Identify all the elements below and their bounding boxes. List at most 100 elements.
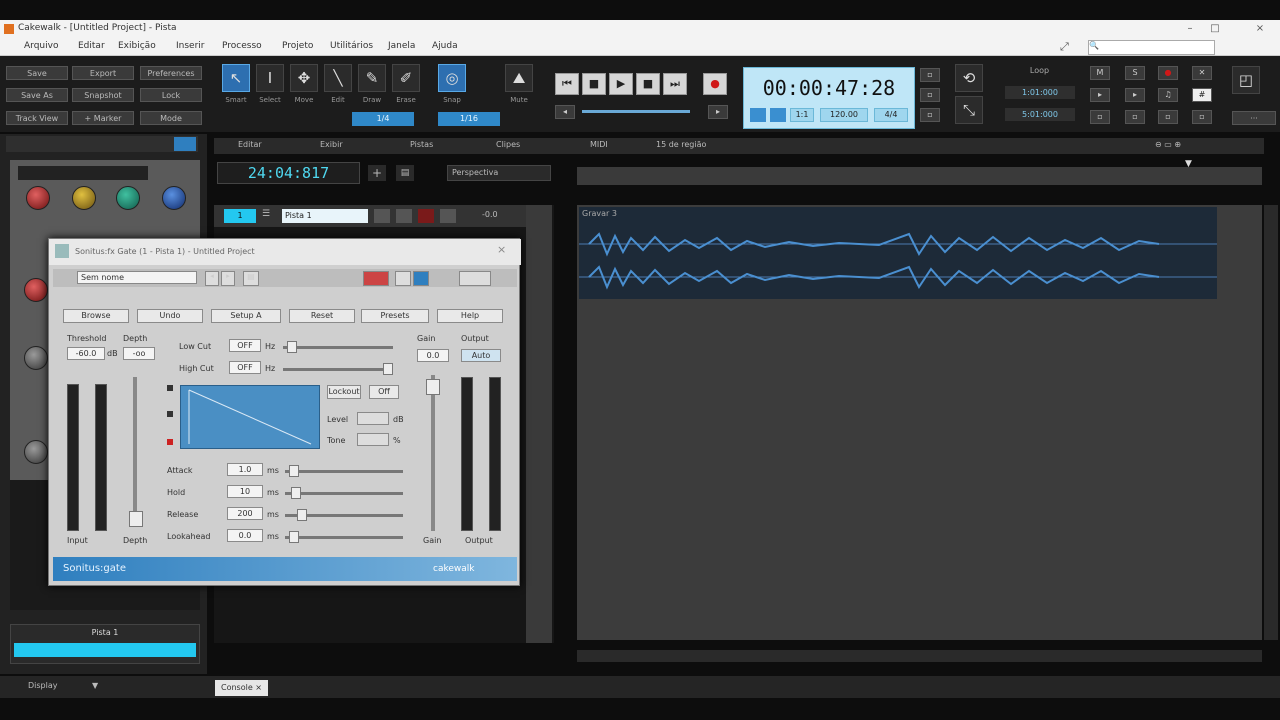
presets-button[interactable]: Presets (361, 309, 429, 323)
resize-icon[interactable]: ⤢ (1060, 40, 1069, 54)
release-field[interactable]: 200 (227, 507, 263, 520)
preset-save-icon[interactable]: ▤ (243, 271, 259, 286)
menu-project[interactable]: Projeto (282, 41, 313, 51)
play-button[interactable]: ▶ (609, 73, 633, 95)
panel-tab-active-icon[interactable] (174, 137, 196, 151)
transport-option-3-icon[interactable]: ▫ (920, 108, 940, 122)
output-mode-button[interactable]: Auto (461, 349, 501, 362)
threshold-field[interactable]: -60.0 (67, 347, 105, 360)
punch-toggle-icon[interactable]: ⤡ (955, 96, 983, 124)
vertical-scrollbar[interactable] (1264, 205, 1278, 640)
track-menu-region-fx[interactable]: 15 de região (656, 140, 706, 149)
transport-option-2-icon[interactable]: ▫ (920, 88, 940, 102)
lookahead-field[interactable]: 0.0 (227, 529, 263, 542)
track-menu-tracks[interactable]: Pistas (410, 140, 433, 149)
attack-field[interactable]: 1.0 (227, 463, 263, 476)
mute-tool-icon[interactable]: ⛰ (505, 64, 533, 92)
track-menu-view[interactable]: Exibir (320, 140, 343, 149)
close-button[interactable]: × (1250, 22, 1270, 36)
display-selector[interactable]: Display (28, 681, 58, 690)
off-button[interactable]: Off (369, 385, 399, 399)
track-scroll-strip[interactable] (526, 205, 552, 643)
track-options-icon[interactable]: ▤ (396, 165, 414, 181)
strip-level-bar[interactable] (14, 643, 196, 657)
mute-button[interactable] (374, 209, 390, 223)
loop-forward-icon[interactable]: ▸ (708, 105, 728, 119)
maximize-button[interactable]: □ (1205, 22, 1225, 36)
mode-button[interactable]: Mode (140, 111, 202, 125)
fast-forward-button[interactable]: ⏭ (663, 73, 687, 95)
record-arm-button[interactable] (418, 209, 434, 223)
add-marker-button[interactable]: + Marker (72, 111, 134, 125)
track-name-field[interactable]: Pista 1 (282, 209, 368, 223)
select-tool-icon[interactable]: I (256, 64, 284, 92)
lookahead-slider-track[interactable] (285, 536, 403, 539)
solo-button[interactable] (396, 209, 412, 223)
smart-tool-icon[interactable]: ↖ (222, 64, 250, 92)
ratio-field[interactable]: 1:1 (790, 108, 814, 122)
lock-button[interactable]: Lock (140, 88, 202, 102)
rack-knob-5[interactable] (24, 278, 48, 302)
camera-icon[interactable]: ◰ (1232, 66, 1260, 94)
reset-button[interactable]: Reset (289, 309, 355, 323)
time-display[interactable]: 00:00:47:28 1:1 120.00 4/4 (743, 67, 915, 129)
preset-next-icon[interactable]: ▸ (221, 271, 235, 286)
metronome-icon[interactable] (770, 108, 786, 122)
export-button[interactable]: Export (72, 66, 134, 80)
mixer-button-6-icon[interactable]: ▸ (1125, 88, 1145, 102)
depth-fader-track[interactable] (133, 377, 137, 527)
plugin-title-bar[interactable]: Sonitus:fx Gate (1 - Pista 1) - Untitled… (49, 239, 521, 265)
display-dropdown-icon[interactable]: ▼ (92, 681, 98, 690)
hold-field[interactable]: 10 (227, 485, 263, 498)
minimize-button[interactable]: – (1180, 22, 1200, 36)
track-menu-clips[interactable]: Clipes (496, 140, 520, 149)
draw-tool-icon[interactable]: ✎ (358, 64, 386, 92)
menu-help[interactable]: Ajuda (432, 41, 458, 51)
plugin-automation-icon[interactable] (413, 271, 429, 286)
erase-tool-icon[interactable]: ✐ (392, 64, 420, 92)
plugin-bypass-icon[interactable] (363, 271, 389, 286)
track-menu-midi[interactable]: MIDI (590, 140, 608, 149)
depth-field[interactable]: -oo (123, 347, 155, 360)
tone-field[interactable] (357, 433, 389, 446)
undo-button[interactable]: Undo (137, 309, 203, 323)
plugin-ab-icon[interactable] (395, 271, 411, 286)
help-button[interactable]: Help (437, 309, 503, 323)
input-echo-button[interactable] (440, 209, 456, 223)
mixer-button-9-icon[interactable]: ▫ (1090, 110, 1110, 124)
preset-select[interactable]: Sem nome (77, 271, 197, 284)
console-tab[interactable]: Console × (215, 680, 269, 696)
depth-fader-thumb[interactable] (129, 511, 143, 527)
search-input[interactable]: 🔍 (1088, 40, 1215, 55)
save-as-button[interactable]: Save As (6, 88, 68, 102)
mixer-button-1-icon[interactable]: M (1090, 66, 1110, 80)
mixer-button-7-icon[interactable]: ♫ (1158, 88, 1178, 102)
loop-end-field[interactable]: 5:01:000 (1005, 108, 1075, 121)
record-button[interactable]: ● (703, 73, 727, 95)
tempo-field[interactable]: 120.00 (820, 108, 868, 122)
plugin-options-icon[interactable] (459, 271, 491, 286)
plugin-close-icon[interactable]: × (497, 243, 506, 256)
mixer-button-4-icon[interactable]: ✕ (1192, 66, 1212, 80)
edit-tool-icon[interactable]: ╲ (324, 64, 352, 92)
menu-edit[interactable]: Editar (78, 41, 105, 51)
mixer-button-12-icon[interactable]: ▫ (1192, 110, 1212, 124)
stop-button[interactable]: ■ (582, 73, 606, 95)
lowcut-slider-thumb[interactable] (287, 341, 297, 353)
horizontal-scrollbar[interactable] (577, 650, 1262, 662)
lowcut-slider-track[interactable] (283, 346, 393, 349)
hold-slider-track[interactable] (285, 492, 403, 495)
attack-slider-thumb[interactable] (289, 465, 299, 477)
gain-field[interactable]: 0.0 (417, 349, 449, 362)
now-time-display[interactable]: 24:04:817 (217, 162, 360, 184)
mixer-button-11-icon[interactable]: ▫ (1158, 110, 1178, 124)
transport-option-1-icon[interactable]: ▫ (920, 68, 940, 82)
pause-button[interactable]: ■ (636, 73, 660, 95)
menu-window[interactable]: Janela (388, 41, 415, 51)
loop-toggle-icon[interactable]: ⟲ (955, 64, 983, 92)
trim-value-button[interactable]: 1/4 (352, 112, 414, 126)
mixer-button-10-icon[interactable]: ▫ (1125, 110, 1145, 124)
track-menu-edit[interactable]: Editar (238, 140, 262, 149)
snapshot-button[interactable]: Snapshot (72, 88, 134, 102)
loop-back-icon[interactable]: ◂ (555, 105, 575, 119)
